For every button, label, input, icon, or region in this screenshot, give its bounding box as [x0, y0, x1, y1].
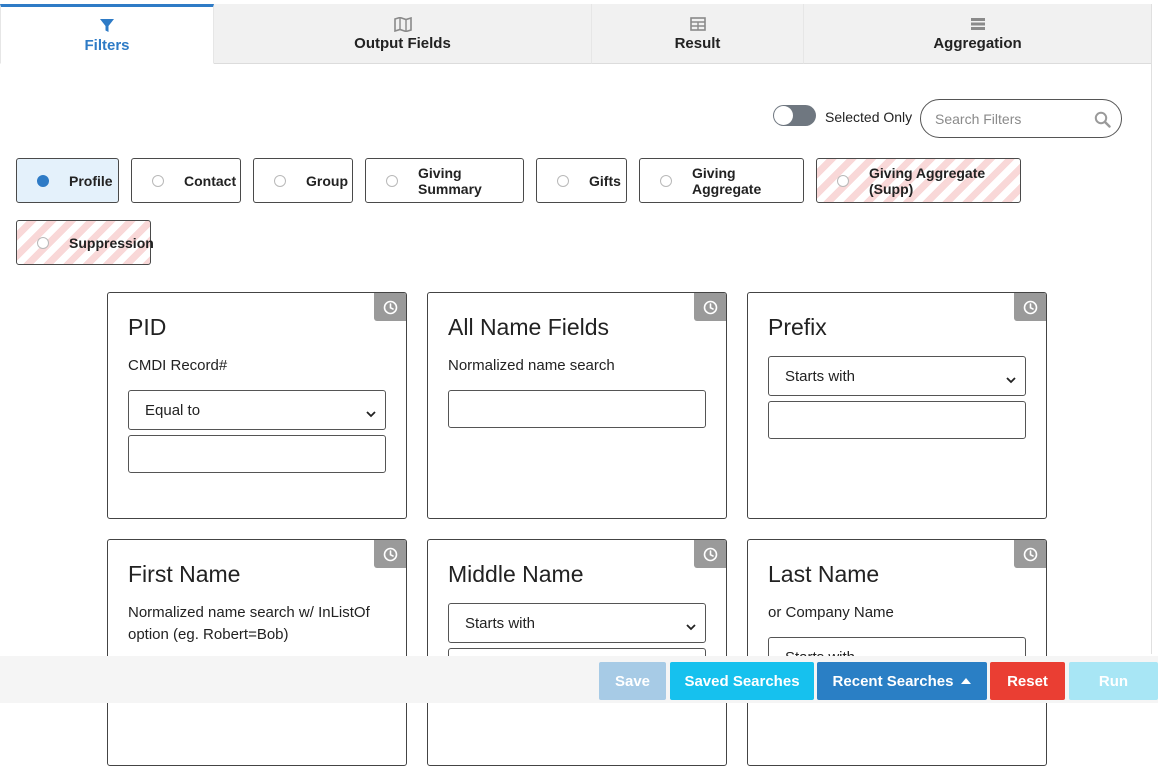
- tab-filters[interactable]: Filters: [0, 4, 214, 64]
- card-title: Prefix: [768, 314, 827, 340]
- value-input[interactable]: [768, 401, 1026, 439]
- saved-searches-button[interactable]: Saved Searches: [670, 662, 814, 700]
- tab-filters-label: Filters: [84, 36, 130, 54]
- saved-searches-label: Saved Searches: [684, 672, 800, 690]
- operator-select-value: Equal to: [145, 401, 201, 419]
- category-group-label: Group: [306, 172, 348, 189]
- history-icon[interactable]: [374, 540, 406, 568]
- category-gifts[interactable]: Gifts: [536, 158, 627, 203]
- card-title: Last Name: [768, 561, 880, 587]
- operator-select-value: Starts with: [465, 614, 536, 632]
- map-icon: [393, 15, 412, 33]
- radio-indicator: [37, 236, 49, 249]
- run-button[interactable]: Run: [1069, 662, 1158, 700]
- filter-icon: [99, 17, 115, 35]
- category-suppression-label: Suppression: [69, 234, 154, 251]
- category-contact[interactable]: Contact: [131, 158, 241, 203]
- panel-border: [1151, 4, 1152, 654]
- value-input[interactable]: [128, 435, 386, 473]
- card-title: All Name Fields: [448, 314, 610, 340]
- filter-card-last-name: Last Name or Company Name Starts with: [747, 539, 1047, 766]
- list-icon: [970, 15, 986, 33]
- category-giving-aggregate-label: Giving Aggregate: [692, 164, 762, 197]
- operator-select[interactable]: Starts with: [768, 356, 1026, 396]
- toggle-knob: [774, 106, 793, 125]
- operator-select[interactable]: Starts with: [448, 603, 706, 643]
- radio-indicator: [37, 174, 49, 187]
- card-description: Normalized name search: [448, 357, 615, 374]
- tab-aggregation-label: Aggregation: [933, 35, 1022, 52]
- filter-card-middle-name: Middle Name Starts with: [427, 539, 727, 766]
- history-icon[interactable]: [1014, 293, 1046, 321]
- category-giving-summary[interactable]: Giving Summary: [365, 158, 524, 203]
- chevron-down-icon: [366, 405, 376, 422]
- save-button[interactable]: Save: [599, 662, 666, 700]
- chevron-down-icon: [1006, 371, 1016, 388]
- recent-searches-label: Recent Searches: [832, 672, 954, 690]
- category-profile-label: Profile: [69, 172, 113, 189]
- selected-only-toggle[interactable]: [773, 105, 816, 126]
- chevron-down-icon: [686, 618, 696, 635]
- reset-button[interactable]: Reset: [990, 662, 1065, 700]
- card-title: Middle Name: [448, 561, 584, 587]
- category-giving-aggregate[interactable]: Giving Aggregate: [639, 158, 804, 203]
- history-icon[interactable]: [694, 540, 726, 568]
- card-description: Normalized name search w/ InListOf optio…: [128, 604, 370, 643]
- radio-indicator: [152, 174, 164, 187]
- reset-button-label: Reset: [1007, 672, 1048, 690]
- category-group[interactable]: Group: [253, 158, 353, 203]
- category-contact-label: Contact: [184, 172, 237, 189]
- category-giving-summary-label: Giving Summary: [418, 164, 482, 197]
- category-giving-aggregate-supp[interactable]: Giving Aggregate (Supp): [816, 158, 1021, 203]
- card-description: or Company Name: [768, 604, 894, 621]
- history-icon[interactable]: [694, 293, 726, 321]
- category-suppression[interactable]: Suppression: [16, 220, 154, 265]
- operator-select-value: Starts with: [785, 367, 856, 385]
- filter-card-prefix: Prefix Starts with: [747, 292, 1047, 519]
- filter-card-all-name-fields: All Name Fields Normalized name search: [427, 292, 727, 519]
- caret-up-icon: [961, 678, 972, 684]
- history-icon[interactable]: [374, 293, 406, 321]
- card-title: PID: [128, 314, 167, 340]
- history-icon[interactable]: [1014, 540, 1046, 568]
- card-title: First Name: [128, 561, 241, 587]
- radio-indicator: [386, 174, 398, 187]
- value-input[interactable]: [448, 390, 706, 428]
- recent-searches-button[interactable]: Recent Searches: [817, 662, 987, 700]
- radio-indicator: [274, 174, 286, 187]
- tab-bar: Filters Output Fields Result Aggregation: [0, 0, 1152, 64]
- category-gifts-label: Gifts: [589, 172, 621, 189]
- filter-card-first-name: First Name Normalized name search w/ InL…: [107, 539, 407, 766]
- search-icon[interactable]: [1094, 111, 1111, 133]
- tab-result-label: Result: [674, 35, 721, 52]
- radio-indicator: [660, 174, 672, 187]
- search-filters-input[interactable]: [933, 109, 1091, 129]
- radio-indicator: [837, 174, 849, 187]
- filter-card-pid: PID CMDI Record# Equal to: [107, 292, 407, 519]
- tab-output-fields-label: Output Fields: [354, 35, 451, 52]
- run-button-label: Run: [1098, 672, 1129, 690]
- selected-only-label: Selected Only: [825, 109, 913, 125]
- category-giving-aggregate-supp-label: Giving Aggregate (Supp): [869, 164, 986, 197]
- tab-result[interactable]: Result: [592, 4, 804, 64]
- category-profile[interactable]: Profile: [16, 158, 119, 203]
- tab-output-fields[interactable]: Output Fields: [214, 4, 592, 64]
- save-button-label: Save: [614, 672, 651, 690]
- tab-aggregation[interactable]: Aggregation: [804, 4, 1152, 64]
- radio-indicator: [557, 174, 569, 187]
- card-description: CMDI Record#: [128, 357, 228, 374]
- table-icon: [689, 15, 706, 33]
- operator-select[interactable]: Equal to: [128, 390, 386, 430]
- search-filters-box: [920, 99, 1122, 138]
